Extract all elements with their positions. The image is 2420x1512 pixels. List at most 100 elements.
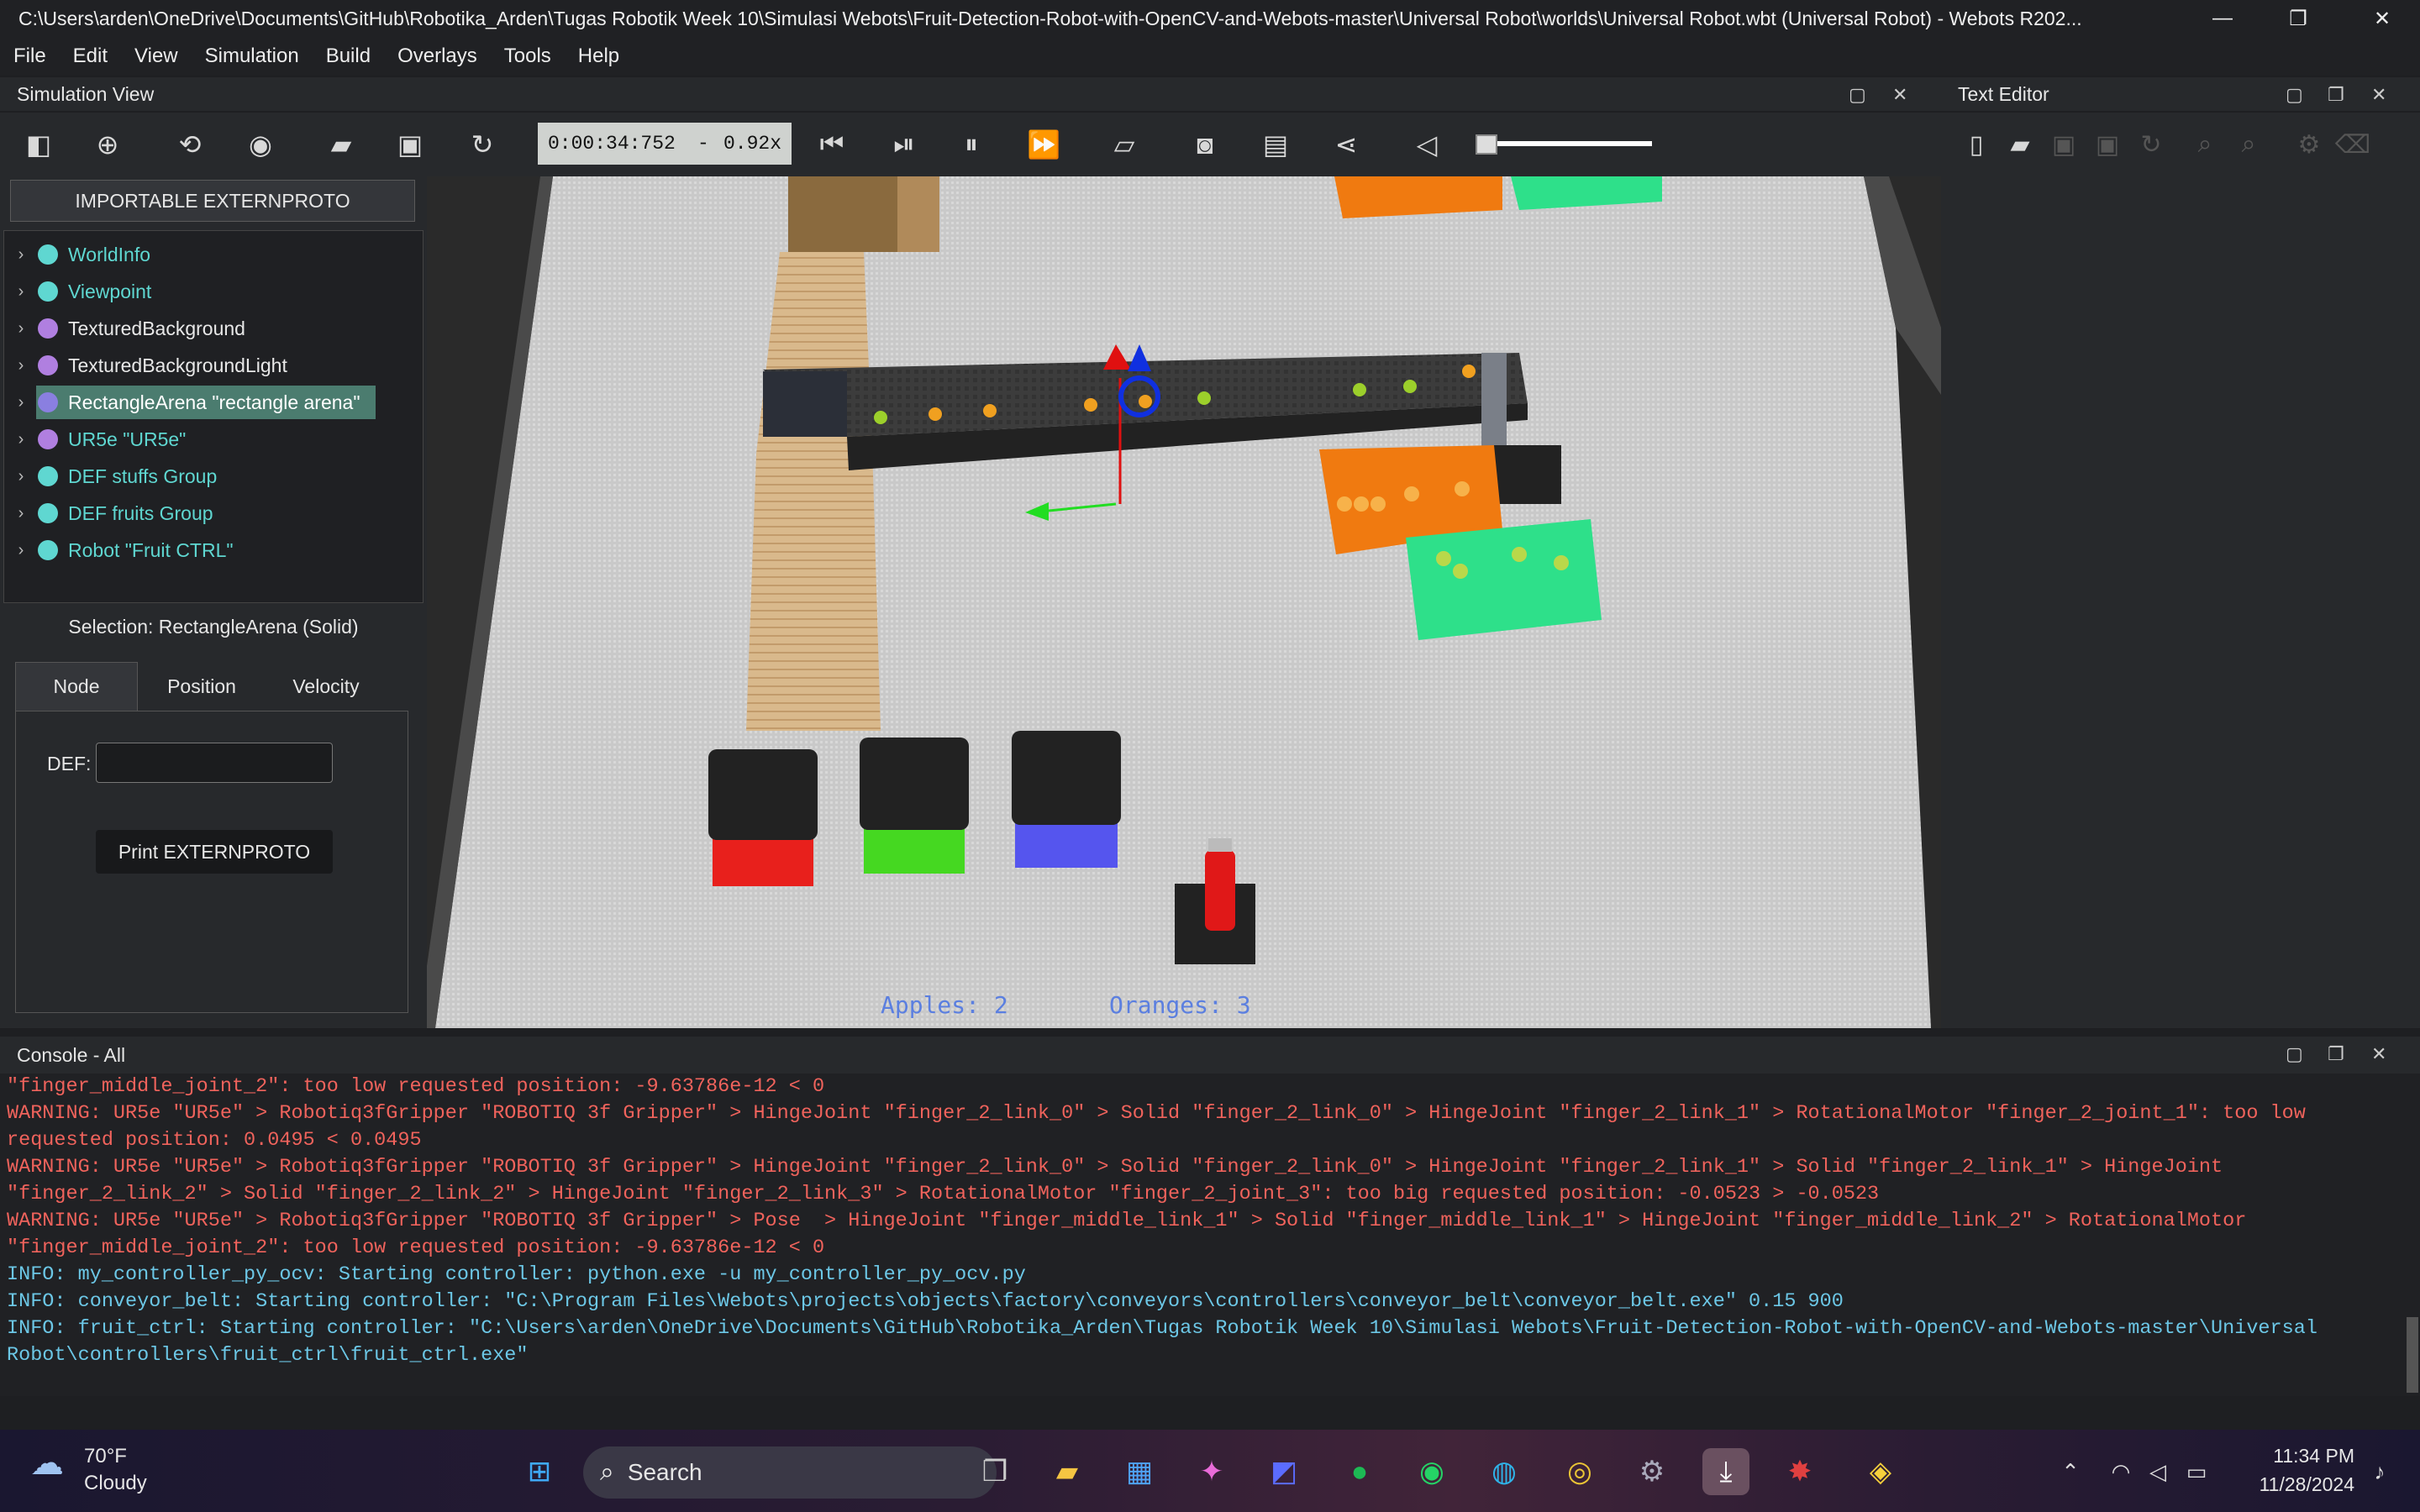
tab-node[interactable]: Node: [15, 662, 138, 711]
scene-node-rectanglearena[interactable]: › RectangleArena "rectangle arena": [4, 386, 408, 419]
save-file-icon[interactable]: ▣: [2044, 124, 2084, 165]
settings-gear-icon[interactable]: ⚙: [1628, 1448, 1676, 1495]
chevron-right-icon[interactable]: ›: [4, 282, 38, 302]
save-world-icon[interactable]: ▣: [390, 124, 430, 165]
edge-icon[interactable]: ◍: [1481, 1448, 1528, 1495]
maximize-icon[interactable]: ▢: [2286, 84, 2303, 106]
tab-position[interactable]: Position: [143, 662, 260, 711]
reset-viewpoint-icon[interactable]: ⟲: [170, 124, 210, 165]
step-icon[interactable]: ⏯: [884, 124, 924, 165]
scene-node-viewpoint[interactable]: › Viewpoint: [4, 275, 408, 308]
menu-view[interactable]: View: [134, 45, 178, 68]
chevron-right-icon[interactable]: ›: [4, 467, 38, 486]
maximize-icon[interactable]: ▢: [1849, 84, 1866, 106]
menu-build[interactable]: Build: [326, 45, 371, 68]
text-editor-area[interactable]: [1941, 176, 2420, 1028]
python-icon[interactable]: ◈: [1857, 1448, 1904, 1495]
taskbar-search[interactable]: ⌕ Search: [583, 1446, 997, 1499]
node-dot-icon: [38, 318, 58, 339]
file-explorer-icon[interactable]: ▰: [1044, 1448, 1091, 1495]
def-input[interactable]: [96, 743, 333, 783]
share-icon[interactable]: ⋖: [1326, 124, 1366, 165]
find-icon[interactable]: ⌕: [2185, 124, 2225, 165]
webots-icon[interactable]: ✸: [1776, 1448, 1823, 1495]
notification-bell-icon[interactable]: ♪: [2356, 1448, 2403, 1495]
float-icon[interactable]: ❐: [2328, 1043, 2344, 1065]
revert-icon[interactable]: ↻: [2131, 124, 2171, 165]
microsoft-store-icon[interactable]: ▦: [1116, 1448, 1163, 1495]
chevron-right-icon[interactable]: ›: [4, 319, 38, 339]
whatsapp-icon[interactable]: ◉: [1408, 1448, 1455, 1495]
scene-tree: › WorldInfo › Viewpoint › TexturedBackgr…: [3, 230, 424, 603]
movie-record-icon[interactable]: ▤: [1255, 124, 1296, 165]
fast-forward-icon[interactable]: ⏩: [1023, 124, 1064, 165]
3d-viewport[interactable]: Apples: 2 Oranges: 3: [427, 176, 1941, 1028]
menu-simulation[interactable]: Simulation: [205, 45, 299, 68]
reload-world-icon[interactable]: ↻: [462, 124, 502, 165]
taskbar-clock[interactable]: 11:34 PM 11/28/2024: [2245, 1441, 2354, 1499]
menu-file[interactable]: File: [13, 45, 46, 68]
menu-edit[interactable]: Edit: [73, 45, 108, 68]
open-world-icon[interactable]: ▰: [321, 124, 361, 165]
chevron-right-icon[interactable]: ›: [4, 504, 38, 523]
chevron-up-icon[interactable]: ⌃: [2047, 1448, 2094, 1495]
tab-velocity[interactable]: Velocity: [267, 662, 385, 711]
chevron-right-icon[interactable]: ›: [4, 245, 38, 265]
scene-node-fruits-group[interactable]: › DEF fruits Group: [4, 496, 408, 530]
importable-externproto-button[interactable]: IMPORTABLE EXTERNPROTO: [10, 180, 415, 222]
scene-node-ur5e[interactable]: › UR5e "UR5e": [4, 423, 408, 456]
weather-widget[interactable]: ☁ 70°F Cloudy: [30, 1443, 147, 1497]
build-gear-icon[interactable]: ⚙: [2289, 124, 2329, 165]
scene-tree-toggle-icon[interactable]: ◧: [18, 124, 59, 165]
restore-button[interactable]: ❐: [2260, 0, 2336, 37]
save-as-icon[interactable]: ▣: [2087, 124, 2128, 165]
float-icon[interactable]: ❐: [2328, 84, 2344, 106]
render-toggle-icon[interactable]: ▱: [1104, 124, 1144, 165]
scene-node-worldinfo[interactable]: › WorldInfo: [4, 238, 408, 271]
battery-icon[interactable]: ▭: [2173, 1448, 2220, 1495]
volume-slider-handle[interactable]: [1476, 134, 1497, 155]
console-scrollbar[interactable]: [2407, 1317, 2418, 1393]
scene-node-stuffs-group[interactable]: › DEF stuffs Group: [4, 459, 408, 493]
close-icon[interactable]: ✕: [1892, 84, 1907, 106]
chevron-right-icon[interactable]: ›: [4, 430, 38, 449]
screenshot-camera-icon[interactable]: ◙: [1185, 124, 1225, 165]
maximize-icon[interactable]: ▢: [2286, 1043, 2303, 1065]
cardboard-box: [788, 176, 906, 252]
pause-icon[interactable]: ⏸: [951, 124, 992, 165]
menu-help[interactable]: Help: [578, 45, 619, 68]
reset-simulation-icon[interactable]: ⏮: [812, 124, 852, 165]
cloud-icon: ☁: [30, 1445, 64, 1482]
start-windows-icon[interactable]: ⊞: [516, 1448, 563, 1495]
print-externproto-button[interactable]: Print EXTERNPROTO: [96, 830, 333, 874]
scene-node-texturedbackgroundlight[interactable]: › TexturedBackgroundLight: [4, 349, 408, 382]
copilot-icon[interactable]: ✦: [1188, 1448, 1235, 1495]
minimize-button[interactable]: —: [2185, 0, 2260, 37]
menu-overlays[interactable]: Overlays: [397, 45, 477, 68]
open-file-icon[interactable]: ▰: [2000, 124, 2040, 165]
add-node-icon[interactable]: ⊕: [87, 124, 128, 165]
scene-node-texturedbackground[interactable]: › TexturedBackground: [4, 312, 408, 345]
node-dot-icon: [38, 503, 58, 523]
replace-icon[interactable]: ⌕: [2228, 124, 2269, 165]
chevron-right-icon[interactable]: ›: [4, 541, 38, 560]
close-icon[interactable]: ✕: [2371, 1043, 2386, 1065]
scene-node-robot-fruit-ctrl[interactable]: › Robot "Fruit CTRL": [4, 533, 408, 567]
chevron-right-icon[interactable]: ›: [4, 393, 38, 412]
chrome-icon[interactable]: ◎: [1556, 1448, 1603, 1495]
app-icon[interactable]: ◩: [1260, 1448, 1307, 1495]
spotify-icon[interactable]: ●: [1336, 1448, 1383, 1495]
visibility-eye-icon[interactable]: ◉: [240, 124, 281, 165]
menu-tools[interactable]: Tools: [504, 45, 551, 68]
console-output[interactable]: "finger_middle_joint_2": too low request…: [0, 1074, 2420, 1396]
close-button[interactable]: ✕: [2344, 0, 2420, 37]
new-file-icon[interactable]: ▯: [1956, 124, 1996, 165]
mute-sound-icon[interactable]: ◁: [1407, 124, 1447, 165]
download-app-icon[interactable]: ⤓: [1702, 1448, 1749, 1495]
close-icon[interactable]: ✕: [2371, 84, 2386, 106]
volume-slider[interactable]: [1476, 141, 1652, 146]
conveyor-end: [763, 371, 847, 437]
clean-icon[interactable]: ⌫: [2333, 124, 2373, 165]
task-view-icon[interactable]: ❐: [971, 1448, 1018, 1495]
chevron-right-icon[interactable]: ›: [4, 356, 38, 375]
